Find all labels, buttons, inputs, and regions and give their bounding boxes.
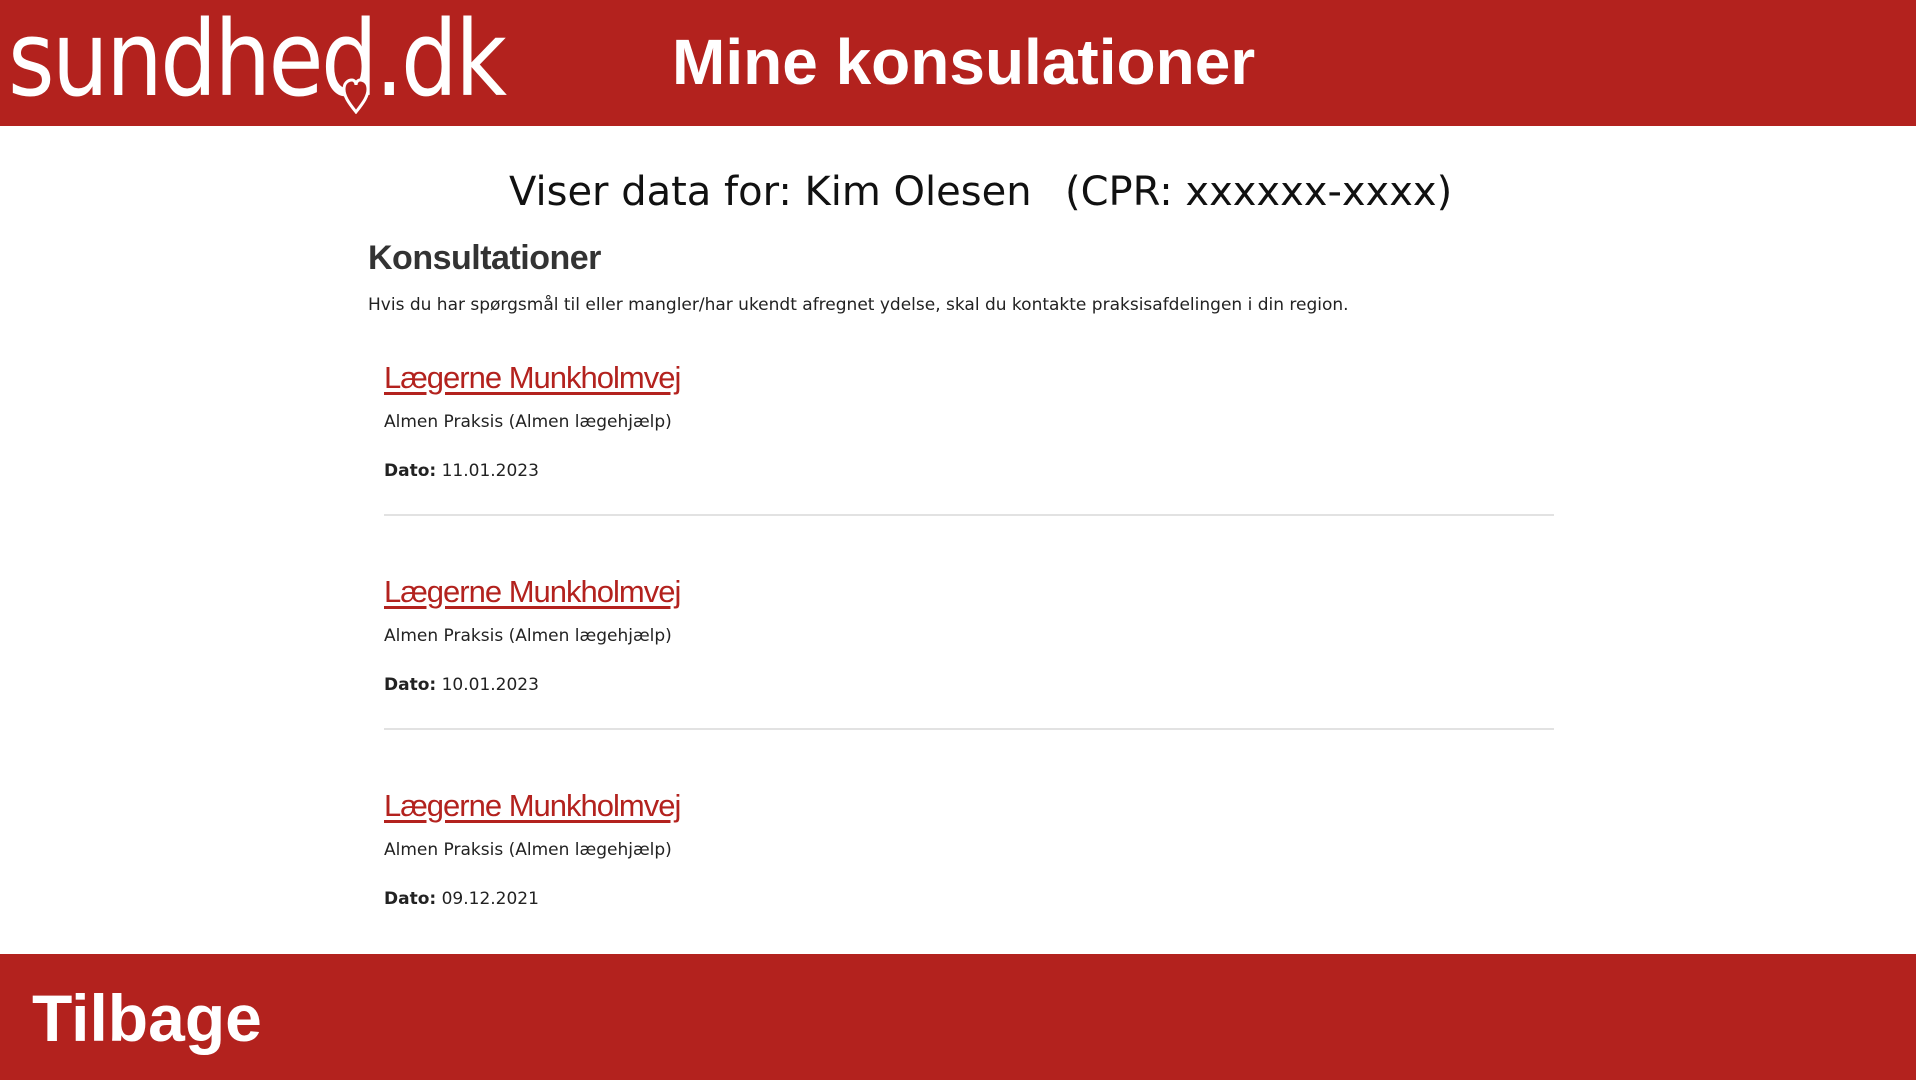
logo-text: sundhed.dk — [8, 0, 507, 120]
date-value: 10.01.2023 — [441, 675, 539, 695]
consultation-date: Dato: 11.01.2023 — [384, 461, 539, 481]
app-footer: Tilbage — [0, 954, 1916, 1080]
consultation-item: Lægerne Munkholmvej Almen Praksis (Almen… — [384, 786, 1554, 909]
page-title: Mine konsulationer — [672, 26, 1256, 98]
date-value: 09.12.2021 — [441, 889, 539, 909]
viewer-cpr: (CPR: xxxxxx-xxxx) — [1065, 169, 1453, 215]
sundhed-logo[interactable]: sundhed.dk — [8, 0, 585, 124]
date-label: Dato: — [384, 461, 437, 481]
consultation-type: Almen Praksis (Almen lægehjælp) — [384, 840, 672, 860]
consultation-item: Lægerne Munkholmvej Almen Praksis (Almen… — [384, 358, 1554, 516]
consultation-type: Almen Praksis (Almen lægehjælp) — [384, 412, 672, 432]
consultation-item: Lægerne Munkholmvej Almen Praksis (Almen… — [384, 572, 1554, 730]
date-label: Dato: — [384, 675, 437, 695]
consultation-date: Dato: 10.01.2023 — [384, 675, 539, 695]
clinic-link[interactable]: Lægerne Munkholmvej — [384, 786, 681, 826]
consultation-date: Dato: 09.12.2021 — [384, 889, 539, 909]
date-value: 11.01.2023 — [441, 461, 539, 481]
date-label: Dato: — [384, 889, 437, 909]
clinic-link[interactable]: Lægerne Munkholmvej — [384, 358, 681, 398]
consultations-section: Konsultationer Hvis du har spørgsmål til… — [368, 236, 1568, 909]
back-button[interactable]: Tilbage — [32, 980, 262, 1056]
consultation-type: Almen Praksis (Almen lægehjælp) — [384, 626, 672, 646]
heart-icon — [342, 78, 370, 114]
section-description: Hvis du har spørgsmål til eller mangler/… — [368, 295, 1349, 315]
section-title: Konsultationer — [368, 239, 601, 277]
divider — [384, 728, 1554, 730]
clinic-link[interactable]: Lægerne Munkholmvej — [384, 572, 681, 612]
app-header: sundhed.dk Mine konsulationer — [0, 0, 1916, 126]
viewer-name: Viser data for: Kim Olesen — [509, 169, 1032, 215]
divider — [384, 514, 1554, 516]
